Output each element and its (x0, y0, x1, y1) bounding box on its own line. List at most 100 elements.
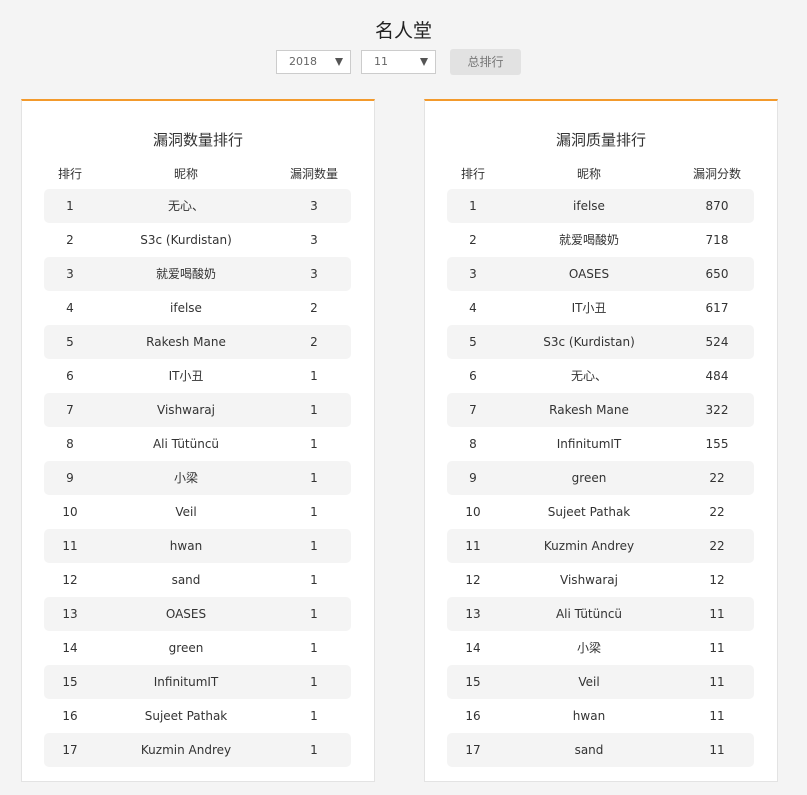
rank-cell: 15 (62, 675, 78, 689)
value-cell: 11 (709, 743, 725, 757)
rank-cell: 11 (465, 539, 481, 553)
table-row: 5 Rakesh Mane 2 (44, 325, 351, 359)
table-header: 排行 昵称 漏洞分数 (447, 165, 754, 183)
value-cell: 1 (310, 437, 318, 451)
nickname-cell: hwan (169, 539, 203, 553)
nickname-cell: S3c (Kurdistan) (543, 335, 635, 349)
table-row: 17 Kuzmin Andrey 1 (44, 733, 351, 767)
nickname-cell: 就爱喝酸奶 (155, 267, 216, 281)
table-row: 8 InfinitumIT 155 (447, 427, 754, 461)
value-cell: 1 (310, 539, 318, 553)
rank-cell: 9 (66, 471, 74, 485)
nickname-cell: Ali Tütüncü (555, 607, 623, 621)
value-cell: 1 (310, 709, 318, 723)
table-row: 16 hwan 11 (447, 699, 754, 733)
value-cell: 1 (310, 641, 318, 655)
rank-cell: 4 (66, 301, 74, 315)
value-cell: 1 (310, 403, 318, 417)
value-cell: 11 (709, 709, 725, 723)
nickname-cell: Vishwaraj (560, 573, 618, 587)
rank-cell: 2 (469, 233, 477, 247)
value-cell: 1 (310, 607, 318, 621)
rank-cell: 1 (469, 199, 477, 213)
table-row: 7 Rakesh Mane 322 (447, 393, 754, 427)
table-row: 14 小梁 11 (447, 631, 754, 665)
rank-cell: 1 (66, 199, 74, 213)
header-nickname: 昵称 (576, 167, 601, 181)
nickname-cell: InfinitumIT (153, 675, 219, 689)
rank-cell: 6 (469, 369, 477, 383)
value-cell: 11 (709, 641, 725, 655)
table-row: 11 Kuzmin Andrey 22 (447, 529, 754, 563)
table-row: 6 无心、 484 (447, 359, 754, 393)
rank-cell: 6 (66, 369, 74, 383)
ranking-list: 1 无心、 3 2 S3c (Kurdistan) 3 3 就爱喝酸奶 3 4 ifelse 2 5 Ra… (44, 189, 351, 767)
panel-title: 漏洞数量排行 (152, 131, 243, 149)
header-rank: 排行 (460, 167, 485, 181)
rank-cell: 4 (469, 301, 477, 315)
nickname-cell: IT小丑 (168, 369, 204, 383)
value-cell: 22 (709, 505, 725, 519)
value-cell: 617 (705, 301, 729, 315)
chevron-down-icon (335, 58, 343, 66)
table-row: 4 ifelse 2 (44, 291, 351, 325)
year-select[interactable]: 2018 (276, 50, 351, 74)
table-row: 13 Ali Tütüncü 11 (447, 597, 754, 631)
value-cell: 1 (310, 573, 318, 587)
header-vuln-count: 漏洞数量 (289, 167, 338, 181)
rank-cell: 11 (62, 539, 78, 553)
rank-cell: 10 (62, 505, 78, 519)
rank-cell: 17 (62, 743, 78, 757)
rank-cell: 7 (469, 403, 477, 417)
nickname-cell: ifelse (573, 199, 605, 213)
value-cell: 3 (310, 233, 318, 247)
value-cell: 2 (310, 335, 318, 349)
table-row: 9 小梁 1 (44, 461, 351, 495)
value-cell: 2 (310, 301, 318, 315)
month-select[interactable]: 11 (361, 50, 436, 74)
table-row: 10 Veil 1 (44, 495, 351, 529)
value-cell: 1 (310, 505, 318, 519)
nickname-cell: Kuzmin Andrey (140, 743, 232, 757)
nickname-cell: S3c (Kurdistan) (140, 233, 232, 247)
nickname-cell: green (571, 471, 607, 485)
table-row: 15 Veil 11 (447, 665, 754, 699)
table-row: 8 Ali Tütüncü 1 (44, 427, 351, 461)
header-vuln-score: 漏洞分数 (692, 167, 741, 181)
rank-cell: 13 (62, 607, 78, 621)
value-cell: 3 (310, 267, 318, 281)
nickname-cell: Kuzmin Andrey (543, 539, 635, 553)
ranking-list: 1 ifelse 870 2 就爱喝酸奶 718 3 OASES 650 4 IT小丑 617 5 S3c… (447, 189, 754, 767)
header-rank: 排行 (57, 167, 82, 181)
table-row: 1 无心、 3 (44, 189, 351, 223)
table-header: 排行 昵称 漏洞数量 (44, 165, 351, 183)
header-nickname: 昵称 (173, 167, 198, 181)
rank-cell: 7 (66, 403, 74, 417)
value-cell: 1 (310, 675, 318, 689)
value-cell: 12 (709, 573, 725, 587)
nickname-cell: OASES (568, 267, 610, 281)
nickname-cell: Veil (175, 505, 197, 519)
value-cell: 11 (709, 607, 725, 621)
table-row: 9 green 22 (447, 461, 754, 495)
value-cell: 11 (709, 675, 725, 689)
nickname-cell: ifelse (170, 301, 202, 315)
nickname-cell: OASES (165, 607, 207, 621)
nickname-cell: green (168, 641, 204, 655)
rank-cell: 10 (465, 505, 481, 519)
rank-cell: 16 (465, 709, 481, 723)
table-row: 7 Vishwaraj 1 (44, 393, 351, 427)
nickname-cell: Ali Tütüncü (152, 437, 220, 451)
table-row: 1 ifelse 870 (447, 189, 754, 223)
rank-cell: 5 (66, 335, 74, 349)
nickname-cell: Rakesh Mane (549, 403, 629, 417)
table-row: 13 OASES 1 (44, 597, 351, 631)
table-row: 17 sand 11 (447, 733, 754, 767)
overall-rank-button[interactable]: 总排行 (450, 49, 521, 75)
value-cell: 1 (310, 369, 318, 383)
table-row: 4 IT小丑 617 (447, 291, 754, 325)
value-cell: 524 (705, 335, 729, 349)
nickname-cell: hwan (572, 709, 606, 723)
nickname-cell: sand (171, 573, 201, 587)
rank-cell: 17 (465, 743, 481, 757)
